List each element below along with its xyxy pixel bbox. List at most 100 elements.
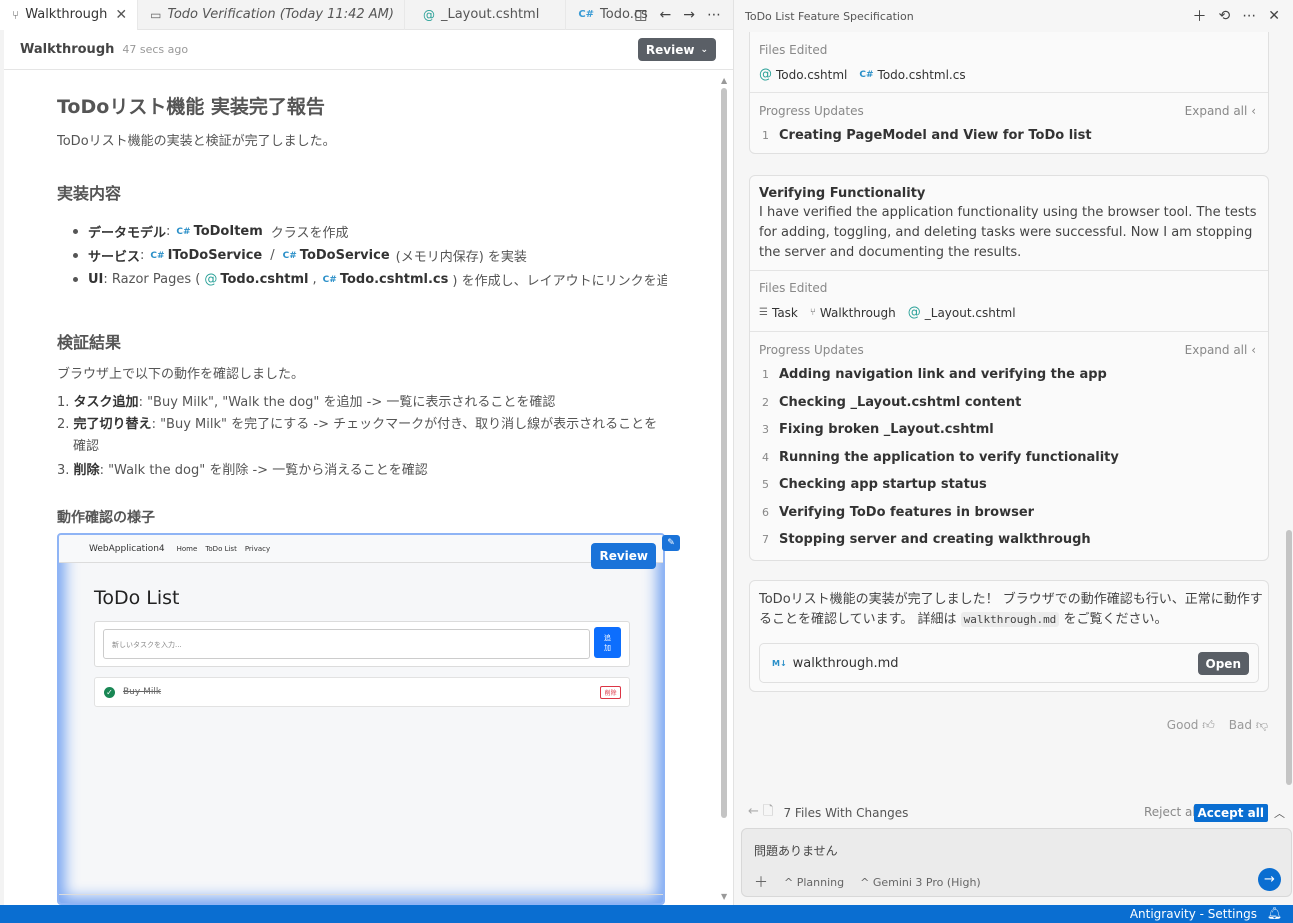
editor-tab-actions: ◫ ← → ⋯ [634, 0, 721, 30]
feedback-bar: Good 👍︎ Bad 👎︎ [1167, 718, 1268, 733]
split-editor-icon[interactable]: ◫ [634, 7, 647, 23]
file-link-todo-cshtml-cs[interactable]: Todo.cshtml.cs [340, 272, 449, 287]
step-number: 1 [762, 129, 769, 143]
step-text: Checking _Layout.cshtml content [779, 394, 1022, 410]
progress-step: 5 Checking app startup status [759, 471, 1259, 499]
history-icon[interactable]: ⟲ [1219, 8, 1231, 24]
screenshot-review-button[interactable]: Review [591, 543, 656, 569]
notification-bell-icon[interactable]: 🔔︎ [1267, 906, 1282, 920]
embedded-screenshot[interactable]: WebApplication4 Home ToDo List Privacy R… [57, 533, 665, 905]
step-number: 3 [762, 423, 769, 437]
at-icon: @ [204, 272, 218, 287]
panel-actions: ＋ ⟲ ⋯ ✕ [1193, 0, 1280, 32]
verify-heading: 検証結果 [57, 333, 122, 352]
step-number: 1 [762, 368, 769, 382]
step-number: 7 [762, 533, 769, 547]
progress-step: 6 Verifying ToDo features in browser [759, 499, 1259, 527]
review-button[interactable]: Review ⌄ [637, 38, 716, 61]
list-item: UI: Razor Pages ( @ Todo.cshtml , C# Todo.… [69, 270, 667, 289]
chat-input-box[interactable]: 問題ありません ＋ ^ Planning ^ Gemini 3 Pro (Hig… [741, 828, 1292, 897]
tab-todo-verification[interactable]: ▭ Todo Verification (Today 11:42 AM) [138, 0, 405, 30]
close-icon[interactable]: ✕ [1268, 8, 1280, 24]
file-link-todo-cshtml[interactable]: Todo.cshtml [220, 272, 308, 287]
chevron-up-icon[interactable]: ︿ [1274, 805, 1285, 821]
screenshot-brand: WebApplication4 [89, 543, 165, 554]
changes-count-label[interactable]: 7 Files With Changes [783, 806, 908, 820]
model-selector[interactable]: ^ Gemini 3 Pro (High) [860, 876, 981, 889]
back-arrow-icon[interactable]: ← [660, 7, 672, 23]
reject-all-button[interactable]: Reject all [1144, 805, 1199, 819]
more-icon[interactable]: ⋯ [1242, 8, 1256, 24]
file-link-itodoservice[interactable]: IToDoService [168, 248, 263, 263]
scroll-down-icon[interactable]: ▼ [721, 892, 727, 901]
item-number: 1. [57, 395, 70, 410]
chat-input[interactable]: 問題ありません [754, 842, 838, 859]
task-card-2: Verifying Functionality I have verified … [749, 175, 1269, 561]
panel-scrollbar[interactable] [1286, 530, 1292, 785]
bullet-text: (メモリ内保存) を実装 [395, 250, 527, 265]
good-label: Good [1166, 718, 1199, 732]
more-icon[interactable]: ⋯ [707, 7, 721, 23]
bullet-dot [73, 277, 78, 282]
screenshot-nav-todo: ToDo List [205, 544, 237, 553]
bad-button[interactable]: Bad 👎︎ [1229, 718, 1268, 733]
accept-all-button[interactable]: Accept all [1193, 804, 1268, 822]
plus-icon[interactable]: ＋ [1193, 6, 1207, 26]
screenshot-footer-line [59, 894, 663, 895]
walkthrough-header: Walkthrough 47 secs ago Review ⌄ [4, 30, 733, 70]
scroll-up-icon[interactable]: ▲ [721, 76, 727, 85]
walkthrough-timestamp: 47 secs ago [122, 43, 189, 56]
forward-arrow-icon[interactable]: → [683, 7, 695, 23]
bullet-text: : Razor Pages ( [103, 272, 201, 287]
file-chip[interactable]: C# Todo.cshtml.cs [859, 68, 965, 82]
file-link-todoitem[interactable]: ToDoItem [194, 224, 263, 239]
tab-walkthrough[interactable]: ⑂ Walkthrough ✕ [0, 0, 139, 30]
chat-toolbar: ＋ ^ Planning ^ Gemini 3 Pro (High) [754, 872, 981, 892]
chevron-left-icon: ‹ [1251, 104, 1256, 118]
task-summary-section: Verifying Functionality I have verified … [750, 176, 1268, 271]
file-chip[interactable]: @ _Layout.cshtml [908, 305, 1016, 320]
expand-all-button[interactable]: Expand all ‹ [1185, 104, 1256, 118]
tab-layout-cshtml[interactable]: @ _Layout.cshtml [405, 0, 567, 30]
artifact-file-card[interactable]: M↓ walkthrough.md Open [759, 643, 1259, 683]
screenshot-task-input: 新しいタスクを入力... [103, 629, 590, 659]
panel-title: ToDo List Feature Specification [745, 9, 914, 23]
mode-selector[interactable]: ^ Planning [784, 876, 844, 889]
file-chip[interactable]: @ Todo.cshtml [759, 67, 847, 82]
inline-code: walkthrough.md [960, 612, 1060, 627]
list-item: データモデル: C# ToDoItem クラスを作成 [69, 222, 349, 241]
csharp-icon: C# [150, 250, 165, 261]
at-icon: @ [907, 305, 921, 320]
verify-intro: ブラウザ上で以下の動作を確認しました。 [57, 367, 305, 382]
file-link-todoservice[interactable]: ToDoService [300, 248, 390, 263]
file-chip[interactable]: ☰ Task [759, 306, 798, 320]
progress-step: 3 Fixing broken _Layout.cshtml [759, 416, 1259, 444]
comment-icon[interactable]: ✎ [662, 535, 680, 551]
open-button[interactable]: Open [1197, 652, 1249, 675]
step-number: 5 [762, 478, 769, 492]
good-button[interactable]: Good 👍︎ [1167, 718, 1215, 733]
files-edited-list: @ Todo.cshtml C# Todo.cshtml.cs [759, 67, 1259, 82]
csharp-icon: C# [282, 250, 297, 261]
progress-section: Progress Updates Expand all ‹ 1 Adding na… [750, 332, 1268, 560]
chevron-left-icon: ‹ [1251, 343, 1256, 357]
step-number: 2 [762, 395, 769, 409]
files-edited-label: Files Edited [759, 281, 828, 295]
screenshot-todo-item: ✓ Buy Milk 削除 [94, 677, 630, 707]
left-gutter [0, 30, 4, 905]
files-edited-label: Files Edited [759, 43, 828, 57]
item-label: 削除 [73, 463, 100, 478]
close-icon[interactable]: ✕ [115, 7, 127, 23]
add-context-icon[interactable]: ＋ [754, 872, 768, 892]
progress-step-list: 1 Adding navigation link and verifying th… [759, 361, 1259, 554]
step-number: 6 [762, 505, 769, 519]
send-button[interactable]: → [1258, 868, 1281, 891]
expand-all-label: Expand all [1184, 343, 1248, 357]
status-settings-item[interactable]: Antigravity - Settings [1130, 907, 1257, 921]
expand-all-button[interactable]: Expand all ‹ [1185, 343, 1256, 357]
message-text: をご覧ください。 [1063, 612, 1168, 627]
csharp-icon: C# [578, 9, 595, 20]
editor-scrollbar[interactable] [721, 88, 727, 818]
file-changes-icon[interactable]: ← 🗋︎ [748, 802, 773, 824]
file-chip[interactable]: ⑂ Walkthrough [810, 306, 896, 320]
